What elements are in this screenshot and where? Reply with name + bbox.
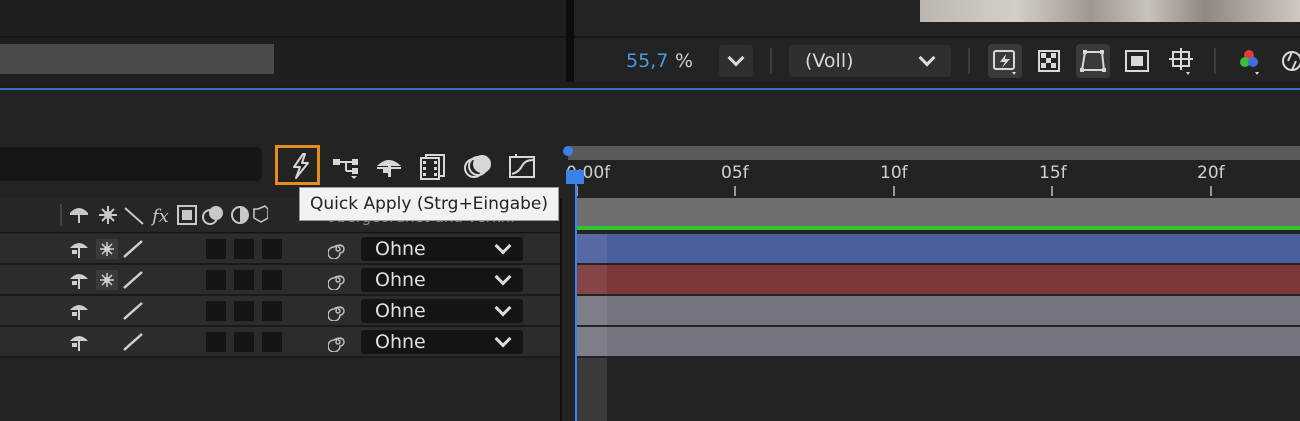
- motion-blur-icon[interactable]: [463, 152, 493, 180]
- parent-select-value: Ohne: [375, 300, 426, 322]
- chevron-down-icon: [918, 49, 936, 67]
- parent-select-value: Ohne: [375, 238, 426, 260]
- pick-whip-icon[interactable]: [328, 301, 348, 321]
- zoom-unit: %: [675, 50, 694, 72]
- switches-header-icons: fx: [70, 205, 268, 227]
- parent-select-value: Ohne: [375, 269, 426, 291]
- layer-row[interactable]: Ohne: [0, 327, 560, 358]
- toolbar-separator: [968, 48, 970, 74]
- layer-switch[interactable]: [234, 270, 254, 290]
- bar-highlight: [577, 234, 607, 263]
- layer-switch[interactable]: [262, 270, 282, 290]
- layer-switch[interactable]: [206, 332, 226, 352]
- current-time-indicator[interactable]: [575, 170, 577, 421]
- panel-divider: [0, 36, 566, 38]
- quick-apply-highlight: [275, 145, 320, 185]
- mask-path-visibility-icon[interactable]: [1076, 44, 1110, 78]
- layer-row[interactable]: Ohne: [0, 296, 560, 327]
- quick-apply-tooltip: Quick Apply (Strg+Eingabe): [299, 187, 560, 221]
- zoom-dropdown-button[interactable]: [719, 45, 753, 77]
- parent-link-icon[interactable]: [331, 152, 361, 180]
- layer-duration-bar[interactable]: [577, 296, 1300, 325]
- current-time-indicator-head[interactable]: [566, 170, 584, 184]
- pick-whip-icon[interactable]: [328, 270, 348, 290]
- parent-select[interactable]: Ohne: [361, 299, 523, 323]
- graph-editor-icon[interactable]: [507, 152, 537, 180]
- chevron-down-icon: [494, 330, 512, 348]
- resolution-label: (Voll): [805, 50, 854, 72]
- pick-whip-icon[interactable]: [328, 332, 348, 352]
- ruler-tick: [1051, 186, 1053, 196]
- ruler-label-05f: 05f: [721, 163, 749, 183]
- ruler-tick: [734, 186, 736, 196]
- bar-highlight: [577, 327, 607, 356]
- timeline-panel-divider[interactable]: [560, 198, 562, 421]
- work-area-row: [576, 198, 1300, 226]
- time-ruler[interactable]: [562, 160, 1300, 198]
- layer-switches[interactable]: [68, 299, 148, 323]
- ruler-label-20f: 20f: [1197, 163, 1225, 183]
- chevron-down-icon: [494, 268, 512, 286]
- layer-switch[interactable]: [234, 332, 254, 352]
- layer-switch[interactable]: [262, 239, 282, 259]
- layer-switch[interactable]: [206, 239, 226, 259]
- frame-blending-icon[interactable]: [418, 152, 448, 180]
- bar-highlight: [577, 265, 607, 294]
- chevron-down-icon: [494, 237, 512, 255]
- bar-highlight: [577, 296, 607, 325]
- layer-switch[interactable]: [234, 301, 254, 321]
- toolbar-separator: [770, 48, 772, 74]
- parent-select[interactable]: Ohne: [361, 330, 523, 354]
- work-area-indicator[interactable]: [576, 226, 1300, 230]
- chevron-down-icon: [494, 299, 512, 317]
- layer-duration-bar[interactable]: [577, 234, 1300, 263]
- layer-row[interactable]: Ohne: [0, 234, 560, 265]
- svg-text:fx: fx: [150, 206, 169, 227]
- panel-separator[interactable]: [566, 0, 574, 82]
- layer-switch[interactable]: [206, 301, 226, 321]
- viewer-image: [920, 0, 1300, 22]
- parent-select[interactable]: Ohne: [361, 268, 523, 292]
- work-area-start-handle[interactable]: [563, 146, 573, 156]
- transparency-grid-icon[interactable]: [1032, 44, 1066, 78]
- fast-previews-icon[interactable]: [988, 44, 1022, 78]
- zoom-value[interactable]: 55,7: [626, 50, 668, 72]
- empty-track-strip: [577, 358, 607, 421]
- layer-switch[interactable]: [206, 270, 226, 290]
- pick-whip-icon[interactable]: [328, 239, 348, 259]
- parent-select-value: Ohne: [375, 331, 426, 353]
- timeline-search-input[interactable]: [0, 147, 262, 181]
- layer-switches[interactable]: [68, 237, 148, 261]
- viewer-toolbar-divider: [574, 36, 1300, 38]
- exposure-icon[interactable]: [1276, 44, 1300, 78]
- toolbar-separator: [1214, 48, 1216, 74]
- layer-switch[interactable]: [262, 332, 282, 352]
- layer-switches[interactable]: [68, 268, 148, 292]
- layer-switches[interactable]: [68, 330, 148, 354]
- color-channels-icon[interactable]: [1232, 44, 1266, 78]
- region-of-interest-icon[interactable]: [1120, 44, 1154, 78]
- ruler-tick: [1210, 186, 1212, 196]
- scroll-bar[interactable]: [0, 44, 274, 74]
- layer-switch[interactable]: [234, 239, 254, 259]
- shy-layers-icon[interactable]: [374, 152, 404, 180]
- chevron-down-icon: [727, 49, 745, 67]
- parent-select[interactable]: Ohne: [361, 237, 523, 261]
- layer-switch[interactable]: [262, 301, 282, 321]
- layer-duration-bar[interactable]: [577, 327, 1300, 356]
- grid-guides-icon[interactable]: [1164, 44, 1198, 78]
- work-area-bar[interactable]: [568, 146, 1300, 160]
- layer-row[interactable]: Ohne: [0, 265, 560, 296]
- ruler-tick: [893, 186, 895, 196]
- layer-duration-bar[interactable]: [577, 265, 1300, 294]
- ruler-label-15f: 15f: [1039, 163, 1067, 183]
- column-divider: [60, 204, 62, 226]
- ruler-label-10f: 10f: [880, 163, 908, 183]
